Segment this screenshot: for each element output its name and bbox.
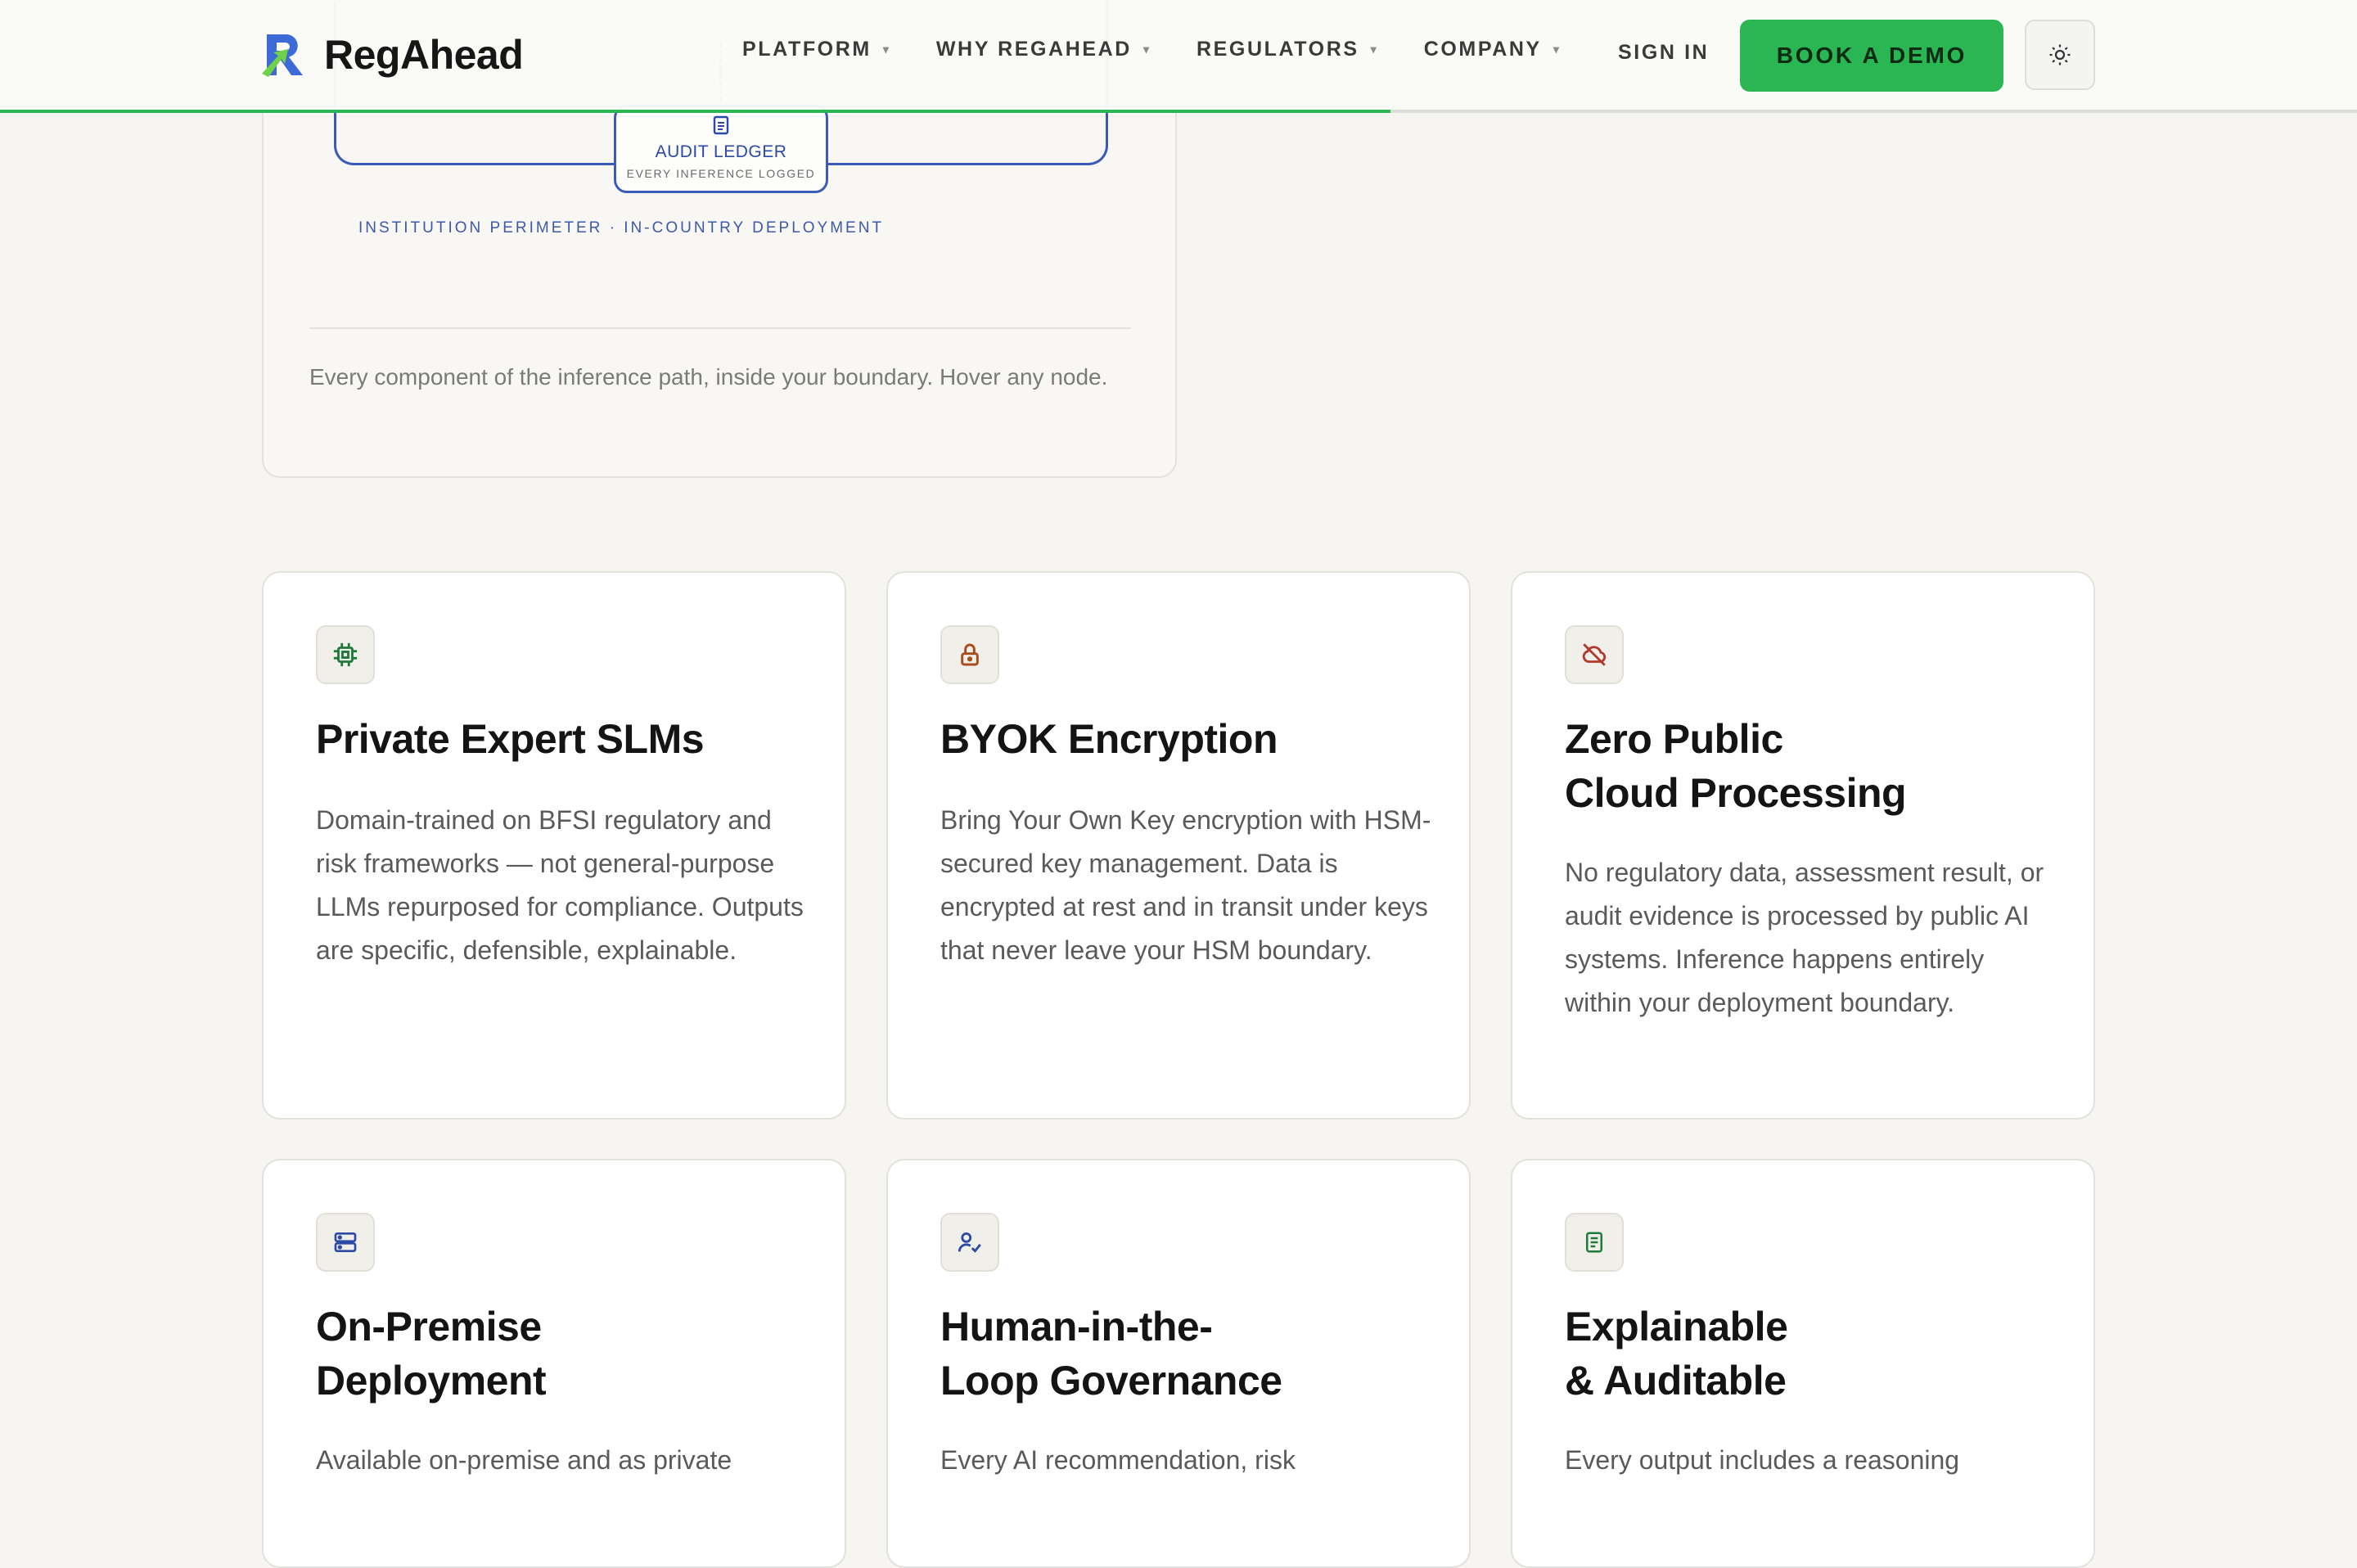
main-nav: PLATFORM ▾ WHY REGAHEAD ▾ REGULATORS ▾ COMP… — [742, 38, 1607, 61]
cloud-off-icon — [1565, 625, 1624, 684]
logo[interactable]: RegAhead — [260, 31, 524, 79]
feature-description: Every output includes a reasoning — [1565, 1445, 1960, 1475]
book-demo-button[interactable]: BOOK A DEMO — [1740, 20, 2003, 92]
document-icon — [1565, 1213, 1624, 1272]
audit-ledger-subtitle: EVERY INFERENCE LOGGED — [626, 167, 816, 180]
document-icon — [616, 115, 826, 139]
feature-title: Zero Public Cloud Processing — [1565, 716, 1907, 816]
feature-title: Human-in-the- Loop Governance — [940, 1304, 1282, 1404]
diagram-caption: Every component of the inference path, i… — [309, 364, 1108, 390]
feature-title: Explainable & Auditable — [1565, 1304, 1788, 1404]
nav-company[interactable]: COMPANY ▾ — [1424, 38, 1559, 61]
sun-icon — [2049, 44, 2071, 65]
feature-title: On-Premise Deployment — [316, 1304, 547, 1404]
chip-icon — [316, 625, 375, 684]
feature-title: Private Expert SLMs — [316, 716, 705, 762]
sign-in-link[interactable]: SIGN IN — [1618, 41, 1709, 65]
feature-card-on-premise: On-Premise Deployment Available on-premi… — [262, 1159, 846, 1568]
server-icon — [316, 1213, 375, 1272]
feature-description: Available on-premise and as private — [316, 1445, 732, 1475]
nav-platform[interactable]: PLATFORM ▾ — [742, 38, 889, 61]
feature-card-zero-public-cloud: Zero Public Cloud Processing No regulato… — [1511, 571, 2095, 1120]
audit-ledger-node[interactable]: AUDIT LEDGER EVERY INFERENCE LOGGED — [614, 105, 828, 193]
chevron-down-icon: ▾ — [1142, 43, 1149, 56]
feature-description: Every AI recommendation, risk — [940, 1445, 1296, 1475]
feature-card-explainable-auditable: Explainable & Auditable Every output inc… — [1511, 1159, 2095, 1568]
scroll-progress-bar — [0, 110, 1391, 113]
feature-card-human-in-the-loop: Human-in-the- Loop Governance Every AI r… — [886, 1159, 1471, 1568]
feature-title: BYOK Encryption — [940, 716, 1278, 762]
nav-regulators[interactable]: REGULATORS ▾ — [1197, 38, 1377, 61]
logo-wordmark: RegAhead — [324, 32, 524, 78]
feature-description: Bring Your Own Key encryption with HSM-s… — [940, 805, 1431, 965]
feature-description: Domain-trained on BFSI regulatory and ri… — [316, 805, 804, 965]
theme-toggle-button[interactable] — [2025, 20, 2095, 90]
site-header: RegAhead PLATFORM ▾ WHY REGAHEAD ▾ REGULAT… — [0, 0, 2357, 113]
card-divider — [309, 327, 1131, 329]
nav-why-regahead[interactable]: WHY REGAHEAD ▾ — [936, 38, 1149, 61]
chevron-down-icon: ▾ — [1370, 43, 1377, 56]
scroll-progress-track — [0, 110, 2357, 113]
regahead-logo-icon — [262, 34, 303, 77]
audit-ledger-title: AUDIT LEDGER — [655, 142, 787, 161]
feature-card-private-slms: Private Expert SLMs Domain-trained on BF… — [262, 571, 846, 1120]
chevron-down-icon: ▾ — [1553, 43, 1559, 56]
feature-description: No regulatory data, assessment result, o… — [1565, 858, 2044, 1017]
lock-icon — [940, 625, 999, 684]
user-check-icon — [940, 1213, 999, 1272]
chevron-down-icon: ▾ — [882, 43, 889, 56]
perimeter-label: INSTITUTION PERIMETER · IN-COUNTRY DEPLO… — [358, 219, 885, 237]
feature-card-byok-encryption: BYOK Encryption Bring Your Own Key encry… — [886, 571, 1471, 1120]
